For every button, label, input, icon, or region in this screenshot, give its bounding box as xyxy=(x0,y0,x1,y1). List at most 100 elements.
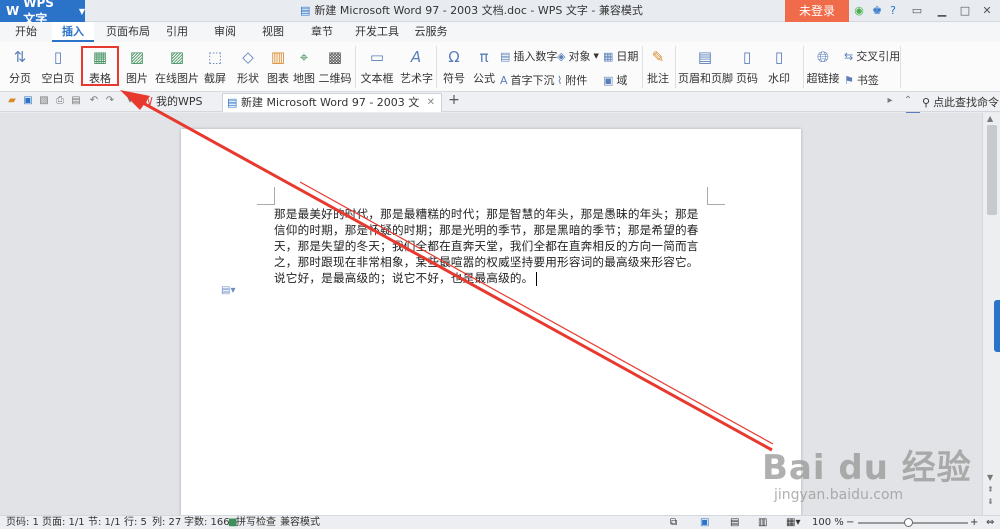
zoom-slider[interactable] xyxy=(858,522,968,524)
tab-my-wps[interactable]: W 我的WPS xyxy=(138,93,222,112)
drop-cap-icon: A xyxy=(500,73,508,87)
blank-page-button[interactable]: ▯ 空白页 xyxy=(38,48,78,86)
symbol-button[interactable]: Ω 符号 xyxy=(438,48,470,86)
fit-width-icon[interactable]: ⇔ xyxy=(986,517,994,529)
page-break-button[interactable]: ⇅ 分页 xyxy=(4,48,36,86)
bookmark-button[interactable]: ⚑ 书签 xyxy=(844,72,879,88)
collapse-icon[interactable]: ⌃ xyxy=(902,95,914,107)
field-button[interactable]: ▣ 域 xyxy=(603,72,627,88)
zoom-level[interactable]: 100 % xyxy=(812,517,844,529)
object-button[interactable]: ◈ 对象 ▼ xyxy=(557,48,599,64)
preview-icon[interactable]: ▤ xyxy=(70,95,82,107)
chevron-down-icon[interactable]: ▾ xyxy=(124,95,136,107)
tab-references[interactable]: 引用 xyxy=(160,22,194,42)
shapes-button[interactable]: ◇ 形状 xyxy=(232,48,264,86)
map-button[interactable]: ⌖ 地图 xyxy=(292,48,316,86)
status-section[interactable]: 节: 1/1 xyxy=(88,517,121,529)
shapes-icon: ◇ xyxy=(242,48,254,66)
hyperlink-button[interactable]: 🌐︎ 超链接 xyxy=(806,48,840,86)
page-number-button[interactable]: ▯ 页码 xyxy=(734,48,760,86)
print-icon[interactable]: ⎙ xyxy=(54,95,66,107)
online-picture-button[interactable]: ▨ 在线图片 xyxy=(154,48,200,86)
export-pdf-icon[interactable]: ▧ xyxy=(38,95,50,107)
window-title: ▤ 新建 Microsoft Word 97 - 2003 文档.doc - W… xyxy=(300,0,643,22)
save-icon[interactable]: ▣ xyxy=(22,95,34,107)
attachment-icon: ⌇ xyxy=(557,73,563,87)
shirt-icon[interactable]: ♚ xyxy=(870,4,884,18)
minimize-icon[interactable]: ▁ xyxy=(935,4,949,18)
outline-view-icon[interactable]: ▤ xyxy=(730,517,739,529)
wordart-button[interactable]: A 艺术字 xyxy=(400,48,433,86)
bookmark-icon: ⚑ xyxy=(844,73,854,87)
object-icon: ◈ xyxy=(557,49,566,63)
side-panel-tab[interactable] xyxy=(994,300,1000,352)
tab-document[interactable]: ▤ 新建 Microsoft Word 97 - 2003 文档.doc ✕ xyxy=(222,93,442,127)
tab-page-layout[interactable]: 页面布局 xyxy=(100,22,156,42)
chart-button[interactable]: ▥ 图表 xyxy=(265,48,291,86)
header-footer-button[interactable]: ▤ 页眉和页脚 xyxy=(678,48,733,86)
skin-icon[interactable]: ◉ xyxy=(852,4,866,18)
status-page-code[interactable]: 页码: 1 xyxy=(6,517,39,529)
sidebar-toggle-icon[interactable]: ▸ xyxy=(884,95,896,107)
drop-cap-button[interactable]: A 首字下沉 xyxy=(500,72,555,88)
web-view-icon[interactable]: ▥ xyxy=(758,517,767,529)
scroll-up-icon[interactable]: ▲ xyxy=(987,114,993,123)
page-break-icon: ⇅ xyxy=(13,48,27,66)
picture-icon: ▨ xyxy=(129,48,145,66)
textbox-button[interactable]: ▭ 文本框 xyxy=(358,48,396,86)
watermark-icon: ▯ xyxy=(774,48,784,66)
close-icon[interactable]: ✕ xyxy=(980,4,994,18)
screenshot-button[interactable]: ⬚ 截屏 xyxy=(200,48,230,86)
open-icon[interactable]: ▰ xyxy=(6,95,18,107)
wps-logo-icon: W xyxy=(142,95,153,108)
textbox-icon: ▭ xyxy=(369,48,385,66)
symbol-icon: Ω xyxy=(448,48,460,66)
tab-chapter[interactable]: 章节 xyxy=(305,22,339,42)
attachment-button[interactable]: ⌇ 附件 xyxy=(557,72,587,88)
app-menu-button[interactable]: W WPS 文字 ▼ xyxy=(0,0,85,26)
chevron-down-icon: ▼ xyxy=(78,6,85,16)
focus-mode-icon[interactable]: ⧉ xyxy=(670,517,677,529)
tab-developer[interactable]: 开发工具 xyxy=(352,22,402,42)
close-icon[interactable]: ✕ xyxy=(427,94,435,112)
document-icon: ▤ xyxy=(300,4,311,17)
insert-number-icon: ▤ xyxy=(500,49,511,63)
scrollbar-thumb[interactable] xyxy=(987,125,997,215)
document-page[interactable]: ▤▾ 那是最美好的时代，那是最糟糕的时代；那是智慧的年头，那是愚昧的年头；那是信… xyxy=(181,129,801,515)
tab-review[interactable]: 审阅 xyxy=(208,22,242,42)
paragraph-layout-icon[interactable]: ▤▾ xyxy=(221,285,235,296)
comment-button[interactable]: ✎ 批注 xyxy=(644,48,672,86)
zoom-in-icon[interactable]: + xyxy=(970,517,978,529)
restore-icon[interactable]: ▭ xyxy=(910,4,924,18)
document-body[interactable]: 那是最美好的时代，那是最糟糕的时代；那是智慧的年头，那是愚昧的年头；那是信仰的时… xyxy=(274,206,708,286)
tab-cloud[interactable]: 云服务 xyxy=(408,22,454,42)
baidu-watermark: Bai du 经验 jingyan.baidu.com xyxy=(762,448,972,503)
new-tab-icon[interactable]: + xyxy=(448,93,460,107)
formula-button[interactable]: π 公式 xyxy=(472,48,496,86)
tab-start[interactable]: 开始 xyxy=(6,22,46,42)
page-view-icon[interactable]: ▣ xyxy=(700,517,709,529)
status-word-count[interactable]: 字数: 166 xyxy=(184,517,230,529)
status-bar: 页码: 1 页面: 1/1 节: 1/1 行: 5 列: 27 字数: 166 … xyxy=(0,515,1000,529)
insert-number-button[interactable]: ▤ 插入数字 xyxy=(500,48,557,64)
zoom-out-icon[interactable]: − xyxy=(846,517,854,529)
date-button[interactable]: ▦ 日期 xyxy=(603,48,638,64)
undo-icon[interactable]: ↶ xyxy=(88,95,100,107)
qrcode-button[interactable]: ▩ 二维码 xyxy=(318,48,352,86)
watermark-button[interactable]: ▯ 水印 xyxy=(766,48,792,86)
tab-view[interactable]: 视图 xyxy=(256,22,290,42)
redo-icon[interactable]: ↷ xyxy=(104,95,116,107)
login-button[interactable]: 未登录 xyxy=(785,0,849,22)
picture-button[interactable]: ▨ 图片 xyxy=(120,48,154,86)
status-pages[interactable]: 页面: 1/1 xyxy=(42,517,85,529)
command-search[interactable]: ⚲ 点此查找命令 xyxy=(922,94,999,110)
tab-insert[interactable]: 插入 xyxy=(52,22,94,42)
cross-reference-button[interactable]: ⇆ 交叉引用 xyxy=(844,48,900,64)
read-mode-icon[interactable]: ▦▾ xyxy=(786,517,800,529)
help-icon[interactable]: ? xyxy=(886,4,900,18)
ribbon-separator xyxy=(803,46,804,88)
zoom-slider-knob[interactable] xyxy=(904,518,913,527)
maximize-icon[interactable]: □ xyxy=(958,4,972,18)
status-spell-check[interactable]: 拼写检查 xyxy=(236,517,276,529)
hyperlink-icon: 🌐︎ xyxy=(816,48,829,66)
